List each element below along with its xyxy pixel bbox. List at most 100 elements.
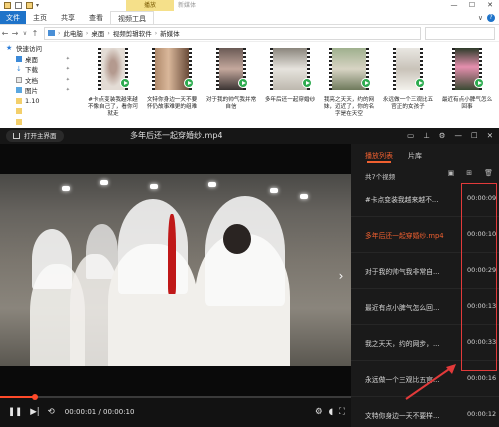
file-item[interactable]: 对于我的帅气我并常自信 <box>204 48 256 128</box>
download-icon: ↓ <box>16 65 22 74</box>
open-main-button[interactable]: 打开主界面 <box>6 130 64 142</box>
duration-highlight-box <box>461 183 497 371</box>
nav-item-desktop[interactable]: 桌面 ✦ <box>0 54 76 65</box>
nav-item-folder[interactable] <box>0 117 76 128</box>
pin-icon: ✦ <box>65 66 70 73</box>
navigation-pane: ★ 快速访问 桌面 ✦ ↓ 下载 ✦ 文档 ✦ 图片 ✦ 1.10 <box>0 43 76 129</box>
tab-home[interactable]: 主页 <box>26 11 54 24</box>
file-item[interactable]: 最近有点小脾气怎么回事 <box>440 48 492 128</box>
chevron-down-icon[interactable]: ∨ <box>478 14 483 22</box>
playlist-item[interactable]: 文特你身边一天不要样... 00:00:12 <box>351 399 499 427</box>
home-icon <box>13 133 20 139</box>
back-icon[interactable]: ← <box>0 29 10 38</box>
maximize-icon[interactable]: ☐ <box>463 0 481 11</box>
nav-item-downloads[interactable]: ↓ 下载 ✦ <box>0 64 76 75</box>
add-file-icon[interactable]: ⊞ <box>466 169 472 177</box>
video-thumbnail <box>98 48 130 90</box>
file-name: 多年后还一起穿婚纱 <box>264 97 316 103</box>
video-count: 共7个视频 <box>365 173 396 181</box>
playlist-item-name: 多年后还一起穿婚纱.mp4 <box>365 230 457 240</box>
quick-access-dropdown-icon[interactable]: ▾ <box>36 2 39 9</box>
explorer-titlebar: ▾ <box>0 0 499 11</box>
file-item[interactable]: #卡点变装我越来越不像自己了，看你可就走 <box>86 48 138 128</box>
screen-cast-icon[interactable]: ▭ <box>407 128 414 144</box>
next-icon[interactable]: ▶| <box>30 407 39 417</box>
fullscreen-icon[interactable]: ⛶ <box>339 407 345 417</box>
tab-file[interactable]: 文件 <box>0 11 26 24</box>
breadcrumb-item[interactable]: 视频剪辑软件 <box>113 28 152 38</box>
file-item[interactable]: 我亮之天天，约的网妹，迈近了，你的名字是在天空 <box>322 48 374 128</box>
file-name: 我亮之天天，约的网妹，迈近了，你的名字是在天空 <box>323 97 375 118</box>
folder-icon <box>16 118 22 125</box>
pin-icon: ✦ <box>65 76 70 83</box>
playlist-item-name: 文特你身边一天不要样... <box>365 412 440 420</box>
new-folder-icon[interactable] <box>26 2 33 9</box>
nav-item-documents[interactable]: 文档 ✦ <box>0 75 76 86</box>
tab-video-tools[interactable]: 视频工具 <box>110 11 154 24</box>
progress-bar[interactable] <box>0 393 351 400</box>
picture-icon <box>16 87 22 94</box>
folder-icon <box>4 2 11 9</box>
properties-icon[interactable] <box>15 2 22 9</box>
volume-icon[interactable]: ◖ <box>329 407 333 417</box>
breadcrumb-item[interactable]: 桌面 <box>91 28 104 38</box>
time-display: 00:00:01 / 00:00:10 <box>64 408 135 416</box>
folder-icon <box>16 97 22 104</box>
minimize-icon[interactable]: — <box>454 128 462 144</box>
recent-dropdown-icon[interactable]: ∨ <box>20 30 30 37</box>
playlist-item-name: 最近有点小脾气怎么回... <box>365 304 440 312</box>
video-area[interactable]: › <box>0 144 351 396</box>
delete-icon[interactable]: 🗑 <box>484 169 493 177</box>
play-icon <box>184 78 194 88</box>
help-icon[interactable]: ? <box>487 13 495 22</box>
play-icon <box>361 78 371 88</box>
next-video-icon[interactable]: › <box>335 266 347 286</box>
player-window-controls: ▭ ⊥ ⚙ — ☐ ✕ <box>407 128 493 144</box>
add-folder-icon[interactable]: ▣ <box>448 169 455 177</box>
pin-icon: ✦ <box>65 87 70 94</box>
close-icon[interactable]: ✕ <box>481 0 499 11</box>
tab-library[interactable]: 片库 <box>408 151 422 161</box>
tab-view[interactable]: 查看 <box>82 11 110 24</box>
pause-icon[interactable]: ❚❚ <box>8 407 22 417</box>
tab-playlist[interactable]: 播放列表 <box>365 151 393 163</box>
pin-icon: ✦ <box>65 55 70 62</box>
file-list: #卡点变装我越来越不像自己了，看你可就走 文特你身边一天不要怀仍故事难更的组难 … <box>80 43 499 129</box>
playlist-item-name: 对于我的帅气我非常自... <box>365 268 440 276</box>
play-icon <box>120 78 130 88</box>
tab-share[interactable]: 共享 <box>54 11 82 24</box>
settings-icon[interactable]: ⚙ <box>439 128 446 144</box>
pin-top-icon[interactable]: ⊥ <box>423 128 430 144</box>
file-name: 永远做一个三观比五官正的女孩子 <box>382 97 434 111</box>
file-item[interactable]: 永远做一个三观比五官正的女孩子 <box>381 48 433 128</box>
file-item[interactable]: 多年后还一起穿婚纱 <box>263 48 315 128</box>
ribbon-context-tab[interactable]: 播放 <box>126 0 174 11</box>
search-input[interactable] <box>425 26 495 40</box>
playlist-item-duration: 00:00:12 <box>467 410 497 418</box>
minimize-icon[interactable]: — <box>445 0 463 11</box>
star-icon: ★ <box>6 44 13 53</box>
play-icon <box>302 78 312 88</box>
annotation-arrow <box>405 364 456 400</box>
video-thumbnail <box>216 48 248 90</box>
video-title: 多年后还一起穿婚纱.mp4 <box>130 131 223 140</box>
video-thumbnail <box>329 48 371 90</box>
nav-item-quick-access[interactable]: ★ 快速访问 <box>0 43 76 54</box>
document-icon <box>16 76 22 83</box>
maximize-icon[interactable]: ☐ <box>471 128 478 144</box>
progress-handle[interactable] <box>32 393 39 400</box>
video-thumbnail <box>152 48 194 90</box>
breadcrumb[interactable]: › 此电脑 › 桌面 › 视频剪辑软件 › 新媒体 <box>44 26 421 40</box>
breadcrumb-item[interactable]: 新媒体 <box>160 28 180 38</box>
breadcrumb-item[interactable]: 此电脑 <box>63 28 83 38</box>
nav-item-folder[interactable]: 1.10 <box>0 96 76 107</box>
file-item[interactable]: 文特你身边一天不要怀仍故事难更的组难 <box>145 48 197 128</box>
play-icon <box>415 78 425 88</box>
close-icon[interactable]: ✕ <box>487 128 493 144</box>
loop-icon[interactable]: ⟲ <box>48 407 55 417</box>
forward-icon[interactable]: → <box>10 29 20 38</box>
up-icon[interactable]: ↑ <box>30 29 40 38</box>
nav-item-pictures[interactable]: 图片 ✦ <box>0 85 76 96</box>
settings-icon[interactable]: ⚙ <box>315 407 323 417</box>
nav-item-folder[interactable] <box>0 106 76 117</box>
